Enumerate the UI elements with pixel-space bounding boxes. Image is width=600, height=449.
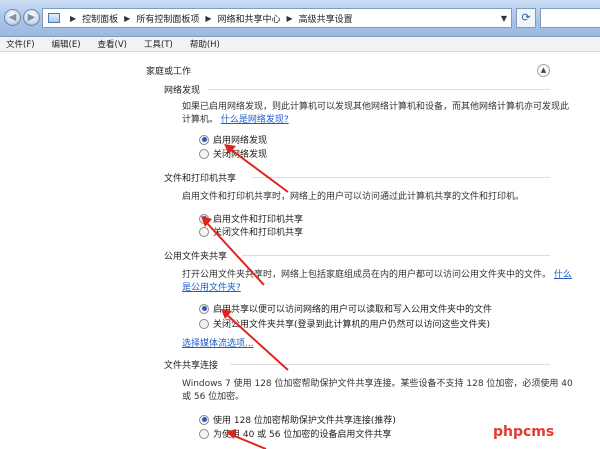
breadcrumb-advanced-sharing[interactable]: 高级共享设置 [299, 12, 353, 25]
what-is-public-folder-link-part1[interactable]: 什么 [554, 270, 572, 280]
section-divider [230, 364, 550, 365]
radio-unchecked[interactable] [199, 148, 209, 159]
radio-checked[interactable] [199, 213, 209, 224]
section-divider [252, 177, 550, 178]
section-title-public-folder: 公用文件夹共享 [164, 252, 228, 262]
encryption-40-56-label: 为使用 40 或 56 位加密的设备启用文件共享 [213, 430, 392, 440]
discovery-description-line2: 计算机。 什么是网络发现? [182, 114, 289, 127]
section-title-network-discovery: 网络发现 [164, 86, 201, 96]
chevron-up-icon[interactable]: ▲ [537, 64, 550, 77]
connections-description-line1: Windows 7 使用 128 位加密帮助保护文件共享连接。某些设备不支持 1… [182, 379, 573, 389]
public-description-line2: 是公用文件夹? [182, 282, 241, 295]
what-is-public-folder-link-part2[interactable]: 是公用文件夹? [182, 283, 241, 293]
section-title-file-printer: 文件和打印机共享 [164, 174, 237, 184]
back-arrow-icon[interactable]: ◀ [4, 9, 21, 26]
section-divider [208, 89, 550, 90]
discovery-off-label: 关闭网络发现 [213, 150, 268, 160]
encryption-40-56-option[interactable]: 为使用 40 或 56 位加密的设备启用文件共享 [199, 427, 391, 440]
public-on-option[interactable]: 启用共享以便可以访问网络的用户可以读取和写入公用文件夹中的文件 [199, 302, 492, 315]
window-title-bar: ◀ ▶ ▶ 控制面板 ▶ 所有控制面板项 ▶ 网络和共享中心 ▶ 高级共享设置 … [0, 0, 600, 37]
file-printer-on-label: 启用文件和打印机共享 [213, 215, 304, 225]
discovery-on-option[interactable]: 启用网络发现 [199, 133, 267, 146]
menu-view[interactable]: 查看(V) [98, 38, 127, 50]
chevron-right-icon: ▶ [70, 13, 77, 23]
file-printer-off-option[interactable]: 关闭文件和打印机共享 [199, 225, 303, 238]
menu-tools[interactable]: 工具(T) [144, 38, 173, 50]
breadcrumb-network-center[interactable]: 网络和共享中心 [218, 12, 281, 25]
radio-checked[interactable] [199, 134, 209, 145]
chevron-right-icon: ▶ [124, 13, 131, 23]
settings-content: 家庭或工作 ▲ 网络发现 如果已启用网络发现，则此计算机可以发现其他网络计算机和… [0, 52, 600, 449]
discovery-off-option[interactable]: 关闭网络发现 [199, 147, 267, 160]
breadcrumb-control-panel[interactable]: 控制面板 [82, 12, 118, 25]
encryption-128-option[interactable]: 使用 128 位加密帮助保护文件共享连接(推荐) [199, 413, 396, 426]
radio-checked[interactable] [199, 303, 209, 314]
breadcrumb-all-items[interactable]: 所有控制面板项 [136, 12, 199, 25]
discovery-description-line1: 如果已启用网络发现，则此计算机可以发现其他网络计算机和设备，而其他网络计算机亦可… [182, 102, 570, 112]
radio-unchecked[interactable] [199, 226, 209, 237]
section-title-file-sharing-connections: 文件共享连接 [164, 361, 219, 371]
menu-file[interactable]: 文件(F) [6, 38, 35, 50]
public-description-line1: 打开公用文件夹共享时，网络上包括家庭组成员在内的用户都可以访问公用文件夹中的文件… [182, 269, 572, 282]
what-is-network-discovery-link[interactable]: 什么是网络发现? [221, 115, 289, 125]
address-bar[interactable]: ▶ 控制面板 ▶ 所有控制面板项 ▶ 网络和共享中心 ▶ 高级共享设置 ▼ [42, 8, 512, 28]
file-printer-off-label: 关闭文件和打印机共享 [213, 228, 304, 238]
chevron-right-icon: ▶ [205, 13, 212, 23]
radio-unchecked[interactable] [199, 318, 209, 329]
public-on-label: 启用共享以便可以访问网络的用户可以读取和写入公用文件夹中的文件 [213, 305, 493, 315]
discovery-description-prefix: 计算机。 [182, 115, 219, 125]
watermark-text: phpcms [493, 424, 555, 440]
radio-unchecked[interactable] [199, 428, 209, 439]
profile-title: 家庭或工作 [146, 67, 192, 77]
public-off-label: 关闭公用文件夹共享(登录到此计算机的用户仍然可以访问这些文件夹) [213, 320, 491, 330]
connections-description-line2: 或 56 位加密。 [182, 392, 245, 402]
menu-help[interactable]: 帮助(H) [190, 38, 220, 50]
file-printer-on-option[interactable]: 启用文件和打印机共享 [199, 212, 303, 225]
search-input[interactable] [540, 8, 600, 28]
refresh-icon[interactable]: ⟳ [516, 8, 536, 28]
media-streaming-link[interactable]: 选择媒体流选项... [182, 336, 254, 349]
public-description-text: 打开公用文件夹共享时，网络上包括家庭组成员在内的用户都可以访问公用文件夹中的文件… [182, 270, 552, 280]
menu-edit[interactable]: 编辑(E) [52, 38, 81, 50]
section-divider [242, 255, 550, 256]
encryption-128-label: 使用 128 位加密帮助保护文件共享连接(推荐) [213, 416, 396, 426]
public-off-option[interactable]: 关闭公用文件夹共享(登录到此计算机的用户仍然可以访问这些文件夹) [199, 317, 490, 330]
control-panel-icon [48, 13, 60, 23]
discovery-on-label: 启用网络发现 [213, 136, 268, 146]
file-printer-description: 启用文件和打印机共享时，网络上的用户可以访问通过此计算机共享的文件和打印机。 [182, 192, 525, 202]
radio-checked[interactable] [199, 414, 209, 425]
menu-bar: 文件(F) 编辑(E) 查看(V) 工具(T) 帮助(H) [0, 37, 600, 52]
forward-arrow-icon[interactable]: ▶ [23, 9, 40, 26]
chevron-right-icon: ▶ [286, 13, 293, 23]
chevron-down-icon[interactable]: ▼ [501, 14, 507, 23]
